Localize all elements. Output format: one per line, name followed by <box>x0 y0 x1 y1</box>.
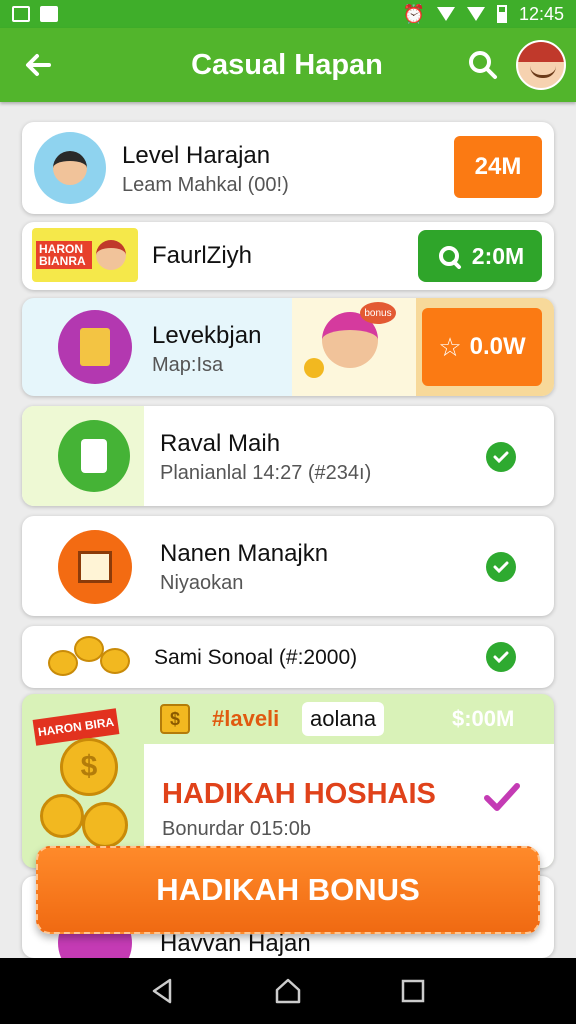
status-bar: ⏰ 12:45 <box>0 0 576 28</box>
list-item[interactable]: Nanen Manajkn Niyaokan <box>22 516 554 616</box>
nav-recents-icon[interactable] <box>398 976 428 1006</box>
page-title: Casual Hapan <box>191 48 383 81</box>
item-action-label: 2:0M <box>471 242 525 269</box>
promo-header-pill: aolana <box>302 702 385 736</box>
item-title: Levekbjan <box>152 322 262 349</box>
item-title: Raval Maih <box>160 430 281 457</box>
app-bar: Casual Hapan <box>0 28 576 102</box>
list-item[interactable]: Sami Sonoal (#:2000) <box>22 626 554 688</box>
notification-icon <box>12 6 30 22</box>
promo-header: #laveli <box>212 706 280 731</box>
family-avatar <box>34 132 106 204</box>
profile-avatar[interactable] <box>516 40 566 90</box>
list-item[interactable]: Level Harajan Leam Mahkal (00!) 24M <box>22 122 554 214</box>
list-item[interactable]: HARON BIANRA FaurlZiyh 2:0M <box>22 222 554 290</box>
item-action-button[interactable]: 2:0M <box>418 230 542 282</box>
item-subtitle: Map:Isa <box>152 354 224 376</box>
list-item[interactable]: Levekbjan Map:Isa bonus ☆ 0.0W <box>22 298 554 396</box>
item-title: FaurlZiyh <box>152 242 253 269</box>
search-icon <box>469 51 497 79</box>
system-nav-bar <box>0 958 576 1024</box>
item-action-label: 0.0W <box>469 333 526 360</box>
battery-icon <box>496 5 507 23</box>
item-title: Nanen Manajkn <box>160 540 329 567</box>
dollar-icon: $ <box>160 704 190 734</box>
shop-badge-label: HARON BIANRA <box>36 241 92 269</box>
nav-home-icon[interactable] <box>273 976 303 1006</box>
check-icon <box>484 783 520 811</box>
app-icon <box>58 530 132 604</box>
shop-badge-image: HARON BIANRA <box>32 228 138 282</box>
item-action-button[interactable]: ☆ 0.0W <box>422 308 542 386</box>
back-button[interactable] <box>0 28 76 102</box>
item-subtitle: Planianlal 14:27 (#234ı) <box>160 462 372 484</box>
check-icon <box>486 642 516 672</box>
nav-back-icon[interactable] <box>148 976 178 1006</box>
bonus-button[interactable]: HADIKAH BONUS <box>36 846 540 934</box>
app-icon <box>58 420 130 492</box>
promo-header-value: $:00M <box>452 706 515 731</box>
refresh-icon <box>438 246 461 269</box>
item-title: Havvan Hajan <box>160 930 311 957</box>
star-icon: ☆ <box>438 331 462 362</box>
promo-title: HADIKAH HOSHAIS <box>162 778 436 810</box>
message-icon <box>40 6 58 22</box>
check-icon <box>486 442 516 472</box>
item-title: Level Harajan <box>122 142 271 169</box>
promo-subtitle: Bonurdar 015:0b <box>162 818 312 840</box>
character-bubble: bonus <box>360 302 396 324</box>
item-subtitle: Niyaokan <box>160 572 244 594</box>
signal-icon <box>466 7 485 21</box>
check-icon <box>486 552 516 582</box>
coin-pile-image: HARON BIRA $ <box>30 702 148 862</box>
status-time: 12:45 <box>518 3 564 24</box>
promo-card[interactable]: $ #laveli aolana $:00M HARON BIRA $ HADI… <box>22 694 554 868</box>
character-illustration: bonus <box>292 298 422 396</box>
search-button[interactable] <box>458 28 508 102</box>
alarm-icon: ⏰ <box>402 3 425 24</box>
item-subtitle: Leam Mahkal (00!) <box>122 174 289 196</box>
back-arrow-icon <box>26 54 51 76</box>
wifi-icon <box>436 7 455 21</box>
item-title: Sami Sonoal (#:2000) <box>154 646 358 669</box>
item-action-button[interactable]: 24M <box>454 136 542 198</box>
list-item[interactable]: Raval Maih Planianlal 14:27 (#234ı) <box>22 406 554 506</box>
app-icon <box>58 310 132 384</box>
coins-image <box>48 632 134 682</box>
